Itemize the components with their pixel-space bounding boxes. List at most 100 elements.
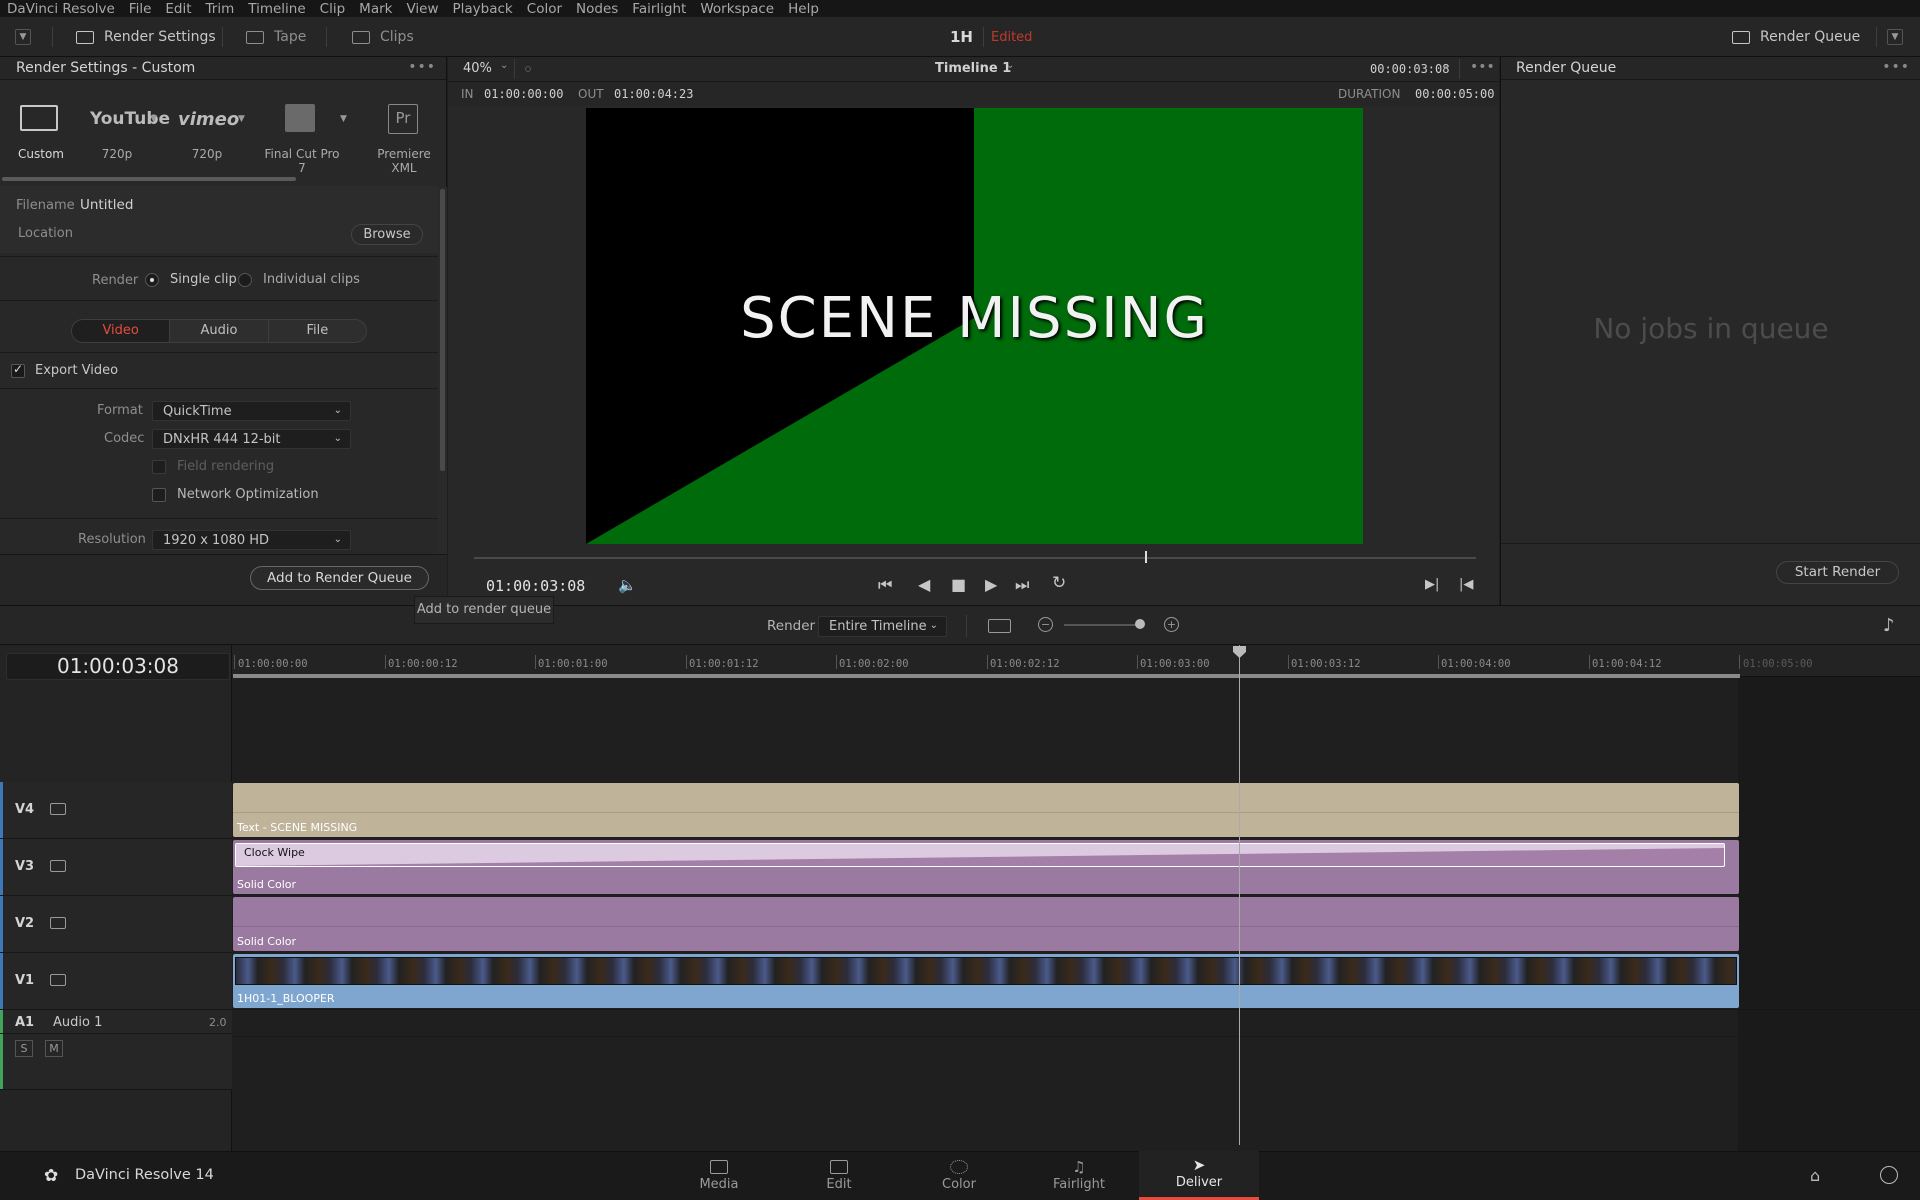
zoom-in-icon[interactable]: + <box>1164 617 1179 632</box>
menu-app[interactable]: DaVinci Resolve <box>0 1 122 17</box>
single-clip-radio[interactable] <box>145 273 159 287</box>
clips-button[interactable]: Clips <box>352 17 414 57</box>
custom-preset-icon[interactable] <box>20 105 58 131</box>
menu-mark[interactable]: Mark <box>352 1 399 17</box>
codec-select[interactable]: DNxHR 444 12-bit ⌄ <box>152 429 351 449</box>
skip-to-end-icon[interactable]: ⏭ <box>1015 575 1029 595</box>
next-edit-icon[interactable]: ▶| <box>1425 577 1439 592</box>
clip-text-scene-missing[interactable]: Text - SCENE MISSING <box>233 783 1739 837</box>
menu-clip[interactable]: Clip <box>313 1 353 17</box>
page-color[interactable]: Color <box>899 1151 1019 1200</box>
clip-1h01-blooper[interactable]: 1H01-1_BLOOPER <box>233 954 1739 1008</box>
vimeo-preset-icon[interactable]: vimeo <box>178 109 239 130</box>
format-select[interactable]: QuickTime ⌄ <box>152 401 351 421</box>
chevron-down-icon[interactable]: ⌄ <box>1006 60 1014 71</box>
render-range-select[interactable]: Entire Timeline ⌄ <box>818 616 947 637</box>
menu-color[interactable]: Color <box>520 1 569 17</box>
film-icon[interactable] <box>50 917 66 929</box>
chevron-down-icon[interactable]: ▼ <box>238 114 245 124</box>
solo-button[interactable]: S <box>15 1040 33 1057</box>
timeline-view-icon[interactable] <box>988 619 1011 633</box>
scrubber-handle[interactable] <box>1145 551 1147 563</box>
in-timecode[interactable]: 01:00:00:00 <box>484 87 563 101</box>
out-timecode[interactable]: 01:00:04:23 <box>614 87 693 101</box>
home-icon[interactable]: ⌂ <box>1810 1166 1820 1185</box>
settings-scrollbar[interactable] <box>440 189 445 471</box>
track-v4[interactable]: V4 <box>0 782 232 839</box>
playhead[interactable] <box>1239 645 1240 1145</box>
menu-nodes[interactable]: Nodes <box>569 1 625 17</box>
start-render-button[interactable]: Start Render <box>1776 561 1899 584</box>
music-note-icon[interactable]: ♪ <box>1883 615 1895 636</box>
chevron-down-icon[interactable]: ▼ <box>150 114 157 124</box>
page-fairlight[interactable]: ♫ Fairlight <box>1019 1151 1139 1200</box>
film-icon[interactable] <box>50 860 66 872</box>
viewer-timecode[interactable]: 00:00:03:08 <box>1370 62 1449 76</box>
tab-file[interactable]: File <box>269 320 366 342</box>
clip-solid-color-v3[interactable]: Clock Wipe Solid Color <box>233 840 1739 894</box>
skip-to-start-icon[interactable]: ⏮ <box>878 575 892 595</box>
individual-clips-radio[interactable] <box>238 273 252 287</box>
tape-button[interactable]: Tape <box>246 17 306 57</box>
more-options-icon[interactable]: ••• <box>1882 59 1910 75</box>
loop-icon[interactable]: ↻ <box>1052 573 1066 593</box>
preset-scrollbar[interactable] <box>2 177 296 181</box>
browse-button[interactable]: Browse <box>351 224 423 245</box>
chevron-down-icon[interactable]: ▼ <box>340 114 347 124</box>
page-deliver[interactable]: ➤ Deliver <box>1139 1151 1259 1200</box>
export-video-checkbox[interactable]: ✓ <box>11 362 25 378</box>
zoom-level[interactable]: 40% <box>463 61 492 76</box>
menu-trim[interactable]: Trim <box>199 1 242 17</box>
volume-icon[interactable]: 🔈 <box>618 576 637 594</box>
filename-field[interactable]: Untitled <box>80 197 133 213</box>
tab-video[interactable]: Video <box>72 320 171 342</box>
premiere-preset-icon[interactable]: Pr <box>388 104 418 134</box>
network-optimization-checkbox[interactable] <box>152 488 166 502</box>
viewer-scrubber[interactable] <box>474 557 1476 559</box>
zoom-out-icon[interactable]: − <box>1038 617 1053 632</box>
more-options-icon[interactable]: ••• <box>1470 59 1495 75</box>
field-rendering-checkbox[interactable] <box>152 460 166 474</box>
timeline-timecode[interactable]: 01:00:03:08 <box>6 653 230 680</box>
menu-workspace[interactable]: Workspace <box>693 1 781 17</box>
add-to-render-queue-button[interactable]: Add to Render Queue <box>250 566 429 590</box>
page-edit[interactable]: Edit <box>779 1151 899 1200</box>
menu-edit[interactable]: Edit <box>158 1 198 17</box>
timeline-name[interactable]: Timeline 1 <box>935 61 1011 76</box>
video-frame[interactable]: SCENE MISSING <box>586 108 1363 544</box>
zoom-slider-handle[interactable] <box>1135 619 1145 629</box>
mute-button[interactable]: M <box>45 1040 63 1057</box>
menu-help[interactable]: Help <box>781 1 826 17</box>
track-a1[interactable]: A1 Audio 1 2.0 S M <box>0 1010 232 1090</box>
play-reverse-icon[interactable]: ◀ <box>918 575 930 594</box>
youtube-preset-icon[interactable]: YouTube <box>90 109 170 129</box>
timeline-ruler[interactable]: 01:00:00:00 01:00:00:12 01:00:01:00 01:0… <box>232 645 1920 678</box>
menu-file[interactable]: File <box>122 1 159 17</box>
chevron-down-icon[interactable]: ⌄ <box>1443 60 1451 71</box>
zoom-slider[interactable] <box>1064 624 1144 626</box>
settings-icon[interactable] <box>1880 1166 1898 1184</box>
track-v2[interactable]: V2 <box>0 896 232 953</box>
render-settings-button[interactable]: Render Settings <box>76 17 216 57</box>
previous-edit-icon[interactable]: |◀ <box>1459 577 1473 592</box>
clock-wipe-transition[interactable]: Clock Wipe <box>235 843 1725 867</box>
clip-solid-color-v2[interactable]: Solid Color <box>233 897 1739 951</box>
panel-toggle-right-button[interactable]: ▼ <box>1887 17 1903 57</box>
panel-toggle-button[interactable]: ▼ <box>15 17 31 57</box>
resolution-select[interactable]: 1920 x 1080 HD ⌄ <box>152 530 351 550</box>
more-options-icon[interactable]: ••• <box>408 59 436 75</box>
tab-audio[interactable]: Audio <box>170 320 269 342</box>
menu-timeline[interactable]: Timeline <box>241 1 312 17</box>
film-icon[interactable] <box>50 974 66 986</box>
menu-fairlight[interactable]: Fairlight <box>625 1 693 17</box>
final-cut-preset-icon[interactable] <box>285 104 315 132</box>
film-icon[interactable] <box>50 803 66 815</box>
menu-view[interactable]: View <box>399 1 445 17</box>
page-media[interactable]: Media <box>659 1151 779 1200</box>
stop-icon[interactable]: ■ <box>951 575 966 594</box>
track-v1[interactable]: V1 <box>0 953 232 1010</box>
menu-playback[interactable]: Playback <box>446 1 520 17</box>
play-icon[interactable]: ▶ <box>985 575 997 594</box>
render-queue-button[interactable]: Render Queue <box>1732 17 1860 57</box>
track-v3[interactable]: V3 <box>0 839 232 896</box>
